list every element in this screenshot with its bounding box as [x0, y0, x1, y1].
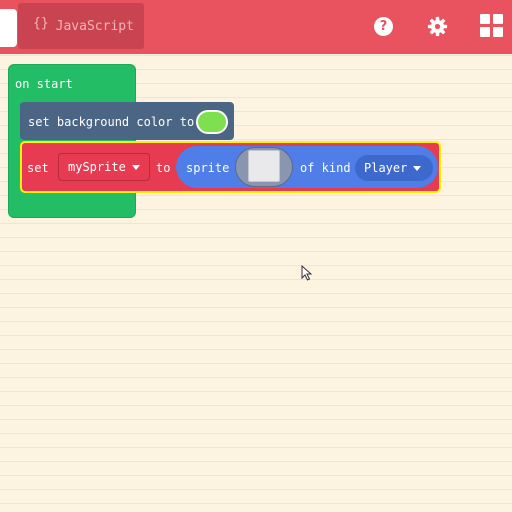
set-label: set [27, 161, 49, 175]
tab-javascript-label: JavaScript [55, 18, 134, 34]
of-kind-label: of kind [300, 161, 351, 175]
tab-blocks[interactable] [0, 9, 17, 47]
variable-name: mySprite [68, 160, 126, 174]
tab-javascript[interactable]: {} JavaScript [18, 3, 144, 49]
kind-value: Player [364, 161, 408, 175]
caret-down-icon [131, 164, 140, 170]
kind-dropdown[interactable]: Player [355, 155, 433, 181]
on-start-label: on start [15, 77, 73, 91]
sprite-image-thumbnail[interactable] [248, 150, 280, 182]
mouse-cursor-icon [301, 265, 312, 281]
background-color-swatch[interactable] [196, 110, 228, 134]
curly-braces-icon: {} [33, 15, 49, 31]
set-background-label: set background color to [28, 115, 195, 129]
caret-down-icon [413, 165, 422, 171]
to-label: to [156, 161, 171, 175]
gear-icon[interactable] [427, 16, 448, 37]
sprite-label: sprite [186, 161, 230, 175]
app-grid-icon[interactable] [480, 14, 512, 40]
help-icon[interactable]: ? [374, 17, 393, 36]
variable-dropdown[interactable]: mySprite [58, 153, 150, 181]
editor-header: {} JavaScript ? [0, 0, 512, 54]
